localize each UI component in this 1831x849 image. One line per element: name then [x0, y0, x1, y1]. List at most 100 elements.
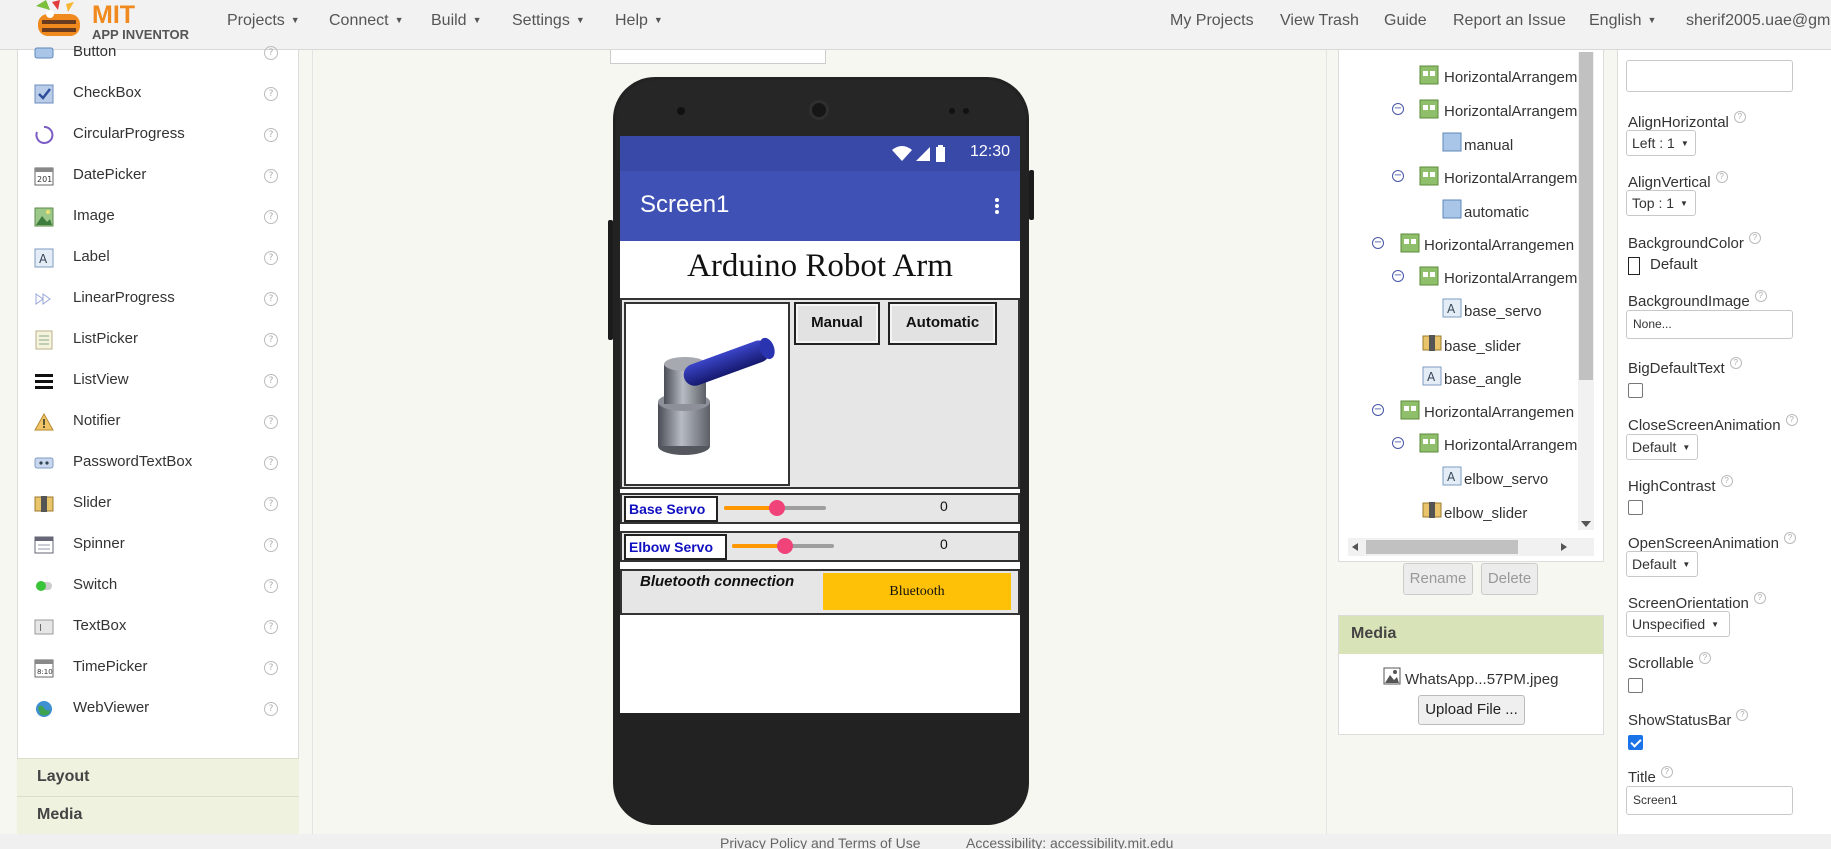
palette-item-passwordtextbox[interactable]: PasswordTextBox ?	[18, 443, 298, 484]
elbow-angle-value[interactable]: 0	[940, 536, 948, 552]
palette-item-textbox[interactable]: I TextBox ?	[18, 607, 298, 648]
help-icon[interactable]: ?	[264, 579, 278, 593]
help-icon[interactable]: ?	[1733, 111, 1746, 123]
palette-drawer-media[interactable]: Media	[17, 796, 299, 834]
collapse-icon[interactable]: −	[1392, 170, 1404, 182]
help-icon[interactable]: ?	[264, 333, 278, 347]
palette-item-listview[interactable]: ListView ?	[18, 361, 298, 402]
tree-vertical-scroll-thumb[interactable]	[1579, 52, 1593, 380]
collapse-icon[interactable]: −	[1392, 437, 1404, 449]
automatic-button[interactable]: Automatic	[888, 302, 997, 345]
align-horizontal-select[interactable]: Left : 1 ▼	[1626, 130, 1696, 156]
collapse-icon[interactable]: −	[1372, 237, 1384, 249]
bluetooth-button[interactable]: Bluetooth	[823, 573, 1011, 610]
base-slider[interactable]	[724, 500, 826, 516]
help-icon[interactable]: ?	[264, 456, 278, 470]
show-status-bar-checkbox[interactable]	[1628, 735, 1643, 750]
palette-item-spinner[interactable]: Spinner ?	[18, 525, 298, 566]
rename-button[interactable]: Rename	[1403, 563, 1473, 595]
arrangement-elbow-servo[interactable]: Elbow Servo 0	[620, 531, 1020, 562]
arrangement-bluetooth[interactable]: Bluetooth connection Bluetooth	[620, 569, 1020, 615]
palette-item-label[interactable]: A Label ?	[18, 238, 298, 279]
palette-item-timepicker[interactable]: 8:10 TimePicker ?	[18, 648, 298, 689]
help-icon[interactable]: ?	[264, 210, 278, 224]
link-my-projects[interactable]: My Projects	[1170, 12, 1254, 30]
link-view-trash[interactable]: View Trash	[1280, 12, 1359, 30]
background-image-input[interactable]: None...	[1626, 310, 1793, 339]
account-menu[interactable]: sherif2005.uae@gmai	[1686, 12, 1831, 30]
scroll-down-icon[interactable]	[1580, 520, 1592, 528]
help-icon[interactable]: ?	[264, 374, 278, 388]
scroll-left-icon[interactable]	[1351, 542, 1359, 552]
heading-label[interactable]: Arduino Robot Arm	[620, 248, 1020, 285]
help-icon[interactable]: ?	[264, 87, 278, 101]
arrangement-base-servo[interactable]: Base Servo 0	[620, 493, 1020, 524]
screen-size-dropdown[interactable]	[610, 50, 826, 64]
help-icon[interactable]: ?	[1754, 290, 1767, 302]
palette-item-listpicker[interactable]: ListPicker ?	[18, 320, 298, 361]
link-report-issue[interactable]: Report an Issue	[1453, 12, 1566, 30]
palette-drawer-layout[interactable]: Layout	[17, 758, 299, 796]
help-icon[interactable]: ?	[1698, 652, 1711, 664]
open-animation-select[interactable]: Default ▼	[1626, 551, 1698, 577]
language-menu[interactable]: English ▼	[1589, 12, 1656, 30]
collapse-icon[interactable]: −	[1392, 270, 1404, 282]
help-icon[interactable]: ?	[264, 497, 278, 511]
close-animation-select[interactable]: Default ▼	[1626, 434, 1698, 460]
palette-item-webviewer[interactable]: WebViewer ?	[18, 689, 298, 730]
palette-item-switch[interactable]: Switch ?	[18, 566, 298, 607]
help-icon[interactable]: ?	[1660, 766, 1673, 778]
help-icon[interactable]: ?	[264, 702, 278, 716]
help-icon[interactable]: ?	[264, 251, 278, 265]
big-default-text-checkbox[interactable]	[1628, 383, 1643, 398]
help-icon[interactable]: ?	[264, 292, 278, 306]
help-icon[interactable]: ?	[1736, 709, 1749, 721]
base-servo-label[interactable]: Base Servo	[624, 496, 718, 522]
collapse-icon[interactable]: −	[1372, 404, 1384, 416]
help-icon[interactable]: ?	[264, 46, 278, 60]
palette-item-slider[interactable]: Slider ?	[18, 484, 298, 525]
robot-arm-image[interactable]	[624, 302, 790, 486]
menu-projects[interactable]: Projects ▼	[227, 12, 300, 30]
help-icon[interactable]: ?	[1729, 357, 1742, 369]
elbow-slider-thumb[interactable]	[777, 538, 794, 554]
palette-item-circularprogress[interactable]: CircularProgress ?	[18, 115, 298, 156]
scrollable-checkbox[interactable]	[1628, 678, 1643, 693]
help-icon[interactable]: ?	[264, 661, 278, 675]
help-icon[interactable]: ?	[1720, 475, 1733, 487]
menu-build[interactable]: Build ▼	[431, 12, 482, 30]
palette-item-datepicker[interactable]: 201 DatePicker ?	[18, 156, 298, 197]
media-file-name[interactable]: WhatsApp...57PM.jpeg	[1405, 671, 1558, 688]
link-guide[interactable]: Guide	[1384, 12, 1427, 30]
high-contrast-checkbox[interactable]	[1628, 500, 1643, 515]
help-icon[interactable]: ?	[264, 538, 278, 552]
help-icon[interactable]: ?	[264, 415, 278, 429]
title-input[interactable]: Screen1	[1626, 786, 1793, 815]
help-icon[interactable]: ?	[1753, 592, 1766, 604]
help-icon[interactable]: ?	[264, 128, 278, 142]
help-icon[interactable]: ?	[1785, 414, 1798, 426]
collapse-icon[interactable]: −	[1392, 103, 1404, 115]
help-icon[interactable]: ?	[1783, 532, 1796, 544]
palette-item-notifier[interactable]: Notifier ?	[18, 402, 298, 443]
privacy-link[interactable]: Privacy Policy and Terms of Use	[720, 835, 920, 849]
overflow-menu-icon[interactable]	[994, 196, 1000, 216]
palette-item-image[interactable]: Image ?	[18, 197, 298, 238]
background-color-value[interactable]: Default	[1650, 256, 1698, 273]
color-swatch[interactable]	[1628, 257, 1640, 275]
arrangement-image-buttons[interactable]: Manual Automatic	[620, 298, 1020, 489]
delete-button[interactable]: Delete	[1481, 563, 1538, 595]
bluetooth-connection-label[interactable]: Bluetooth connection	[640, 573, 794, 590]
palette-item-checkbox[interactable]: CheckBox ?	[18, 74, 298, 115]
align-vertical-select[interactable]: Top : 1 ▼	[1626, 190, 1696, 216]
base-angle-value[interactable]: 0	[940, 498, 948, 514]
palette-item-linearprogress[interactable]: LinearProgress ?	[18, 279, 298, 320]
screen-orientation-select[interactable]: Unspecified ▼	[1626, 611, 1730, 637]
about-screen-textarea[interactable]	[1626, 60, 1793, 92]
elbow-slider[interactable]	[732, 538, 834, 554]
menu-help[interactable]: Help ▼	[615, 12, 663, 30]
base-slider-thumb[interactable]	[769, 500, 786, 516]
help-icon[interactable]: ?	[1715, 171, 1728, 183]
scroll-right-icon[interactable]	[1560, 542, 1568, 552]
menu-connect[interactable]: Connect ▼	[329, 12, 404, 30]
